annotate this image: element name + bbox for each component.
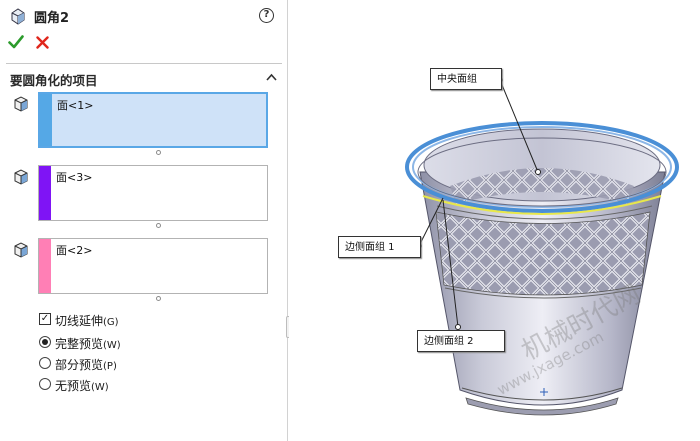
callout-side-face-set-1[interactable]: 边侧面组 1 (338, 236, 421, 258)
ok-check-icon[interactable] (8, 35, 24, 49)
selection-color-bar (39, 239, 51, 293)
full-preview-option[interactable]: 完整预览(W) (39, 335, 159, 351)
selection-item[interactable]: 面<2> (56, 242, 92, 258)
chevron-up-icon[interactable] (266, 73, 277, 81)
resize-grip[interactable] (156, 296, 161, 301)
selection-color-bar (40, 94, 52, 146)
items-to-fillet-title: 要圆角化的项目 (10, 73, 98, 88)
selection-item[interactable]: 面<3> (56, 169, 92, 185)
face-icon (14, 96, 28, 112)
no-preview-label: 无预览(W) (55, 379, 109, 393)
resize-grip[interactable] (156, 223, 161, 228)
face-selection-box-2[interactable]: 面<3> (38, 165, 268, 221)
panel-title: 圆角2 (34, 11, 70, 26)
tangent-propagation-option[interactable]: ✓ 切线延伸(G) (39, 312, 159, 328)
partial-preview-radio[interactable] (39, 357, 51, 369)
basket-model[interactable] (289, 0, 700, 441)
no-preview-radio[interactable] (39, 378, 51, 390)
face-selection-box-1[interactable]: 面<1> (38, 92, 268, 148)
selection-color-bar (39, 166, 51, 220)
cancel-x-icon[interactable] (36, 36, 49, 49)
face-icon (14, 242, 28, 258)
partial-preview-option[interactable]: 部分预览(P) (39, 356, 159, 372)
selection-item[interactable]: 面<1> (57, 97, 93, 113)
callout-center-face-set[interactable]: 中央面组 (430, 68, 502, 90)
callout-side-face-set-2[interactable]: 边侧面组 2 (417, 330, 505, 352)
fillet-feature-icon (11, 8, 25, 25)
help-icon[interactable]: ? (259, 8, 274, 23)
face-selection-box-3[interactable]: 面<2> (38, 238, 268, 294)
partial-preview-label: 部分预览(P) (55, 358, 117, 372)
full-preview-label: 完整预览(W) (55, 337, 121, 351)
tangent-propagation-checkbox[interactable]: ✓ (39, 313, 51, 325)
resize-grip[interactable] (156, 150, 161, 155)
property-manager-panel: 圆角2 ? 要圆角化的项目 面<1> 面<3> 面<2> ✓ 切线延伸(G) 完… (0, 0, 288, 441)
face-icon (14, 169, 28, 185)
divider (6, 63, 282, 64)
no-preview-option[interactable]: 无预览(W) (39, 377, 159, 393)
full-preview-radio[interactable] (39, 336, 51, 348)
tangent-propagation-label: 切线延伸(G) (55, 314, 119, 328)
panel-header: 圆角2 ? (0, 0, 288, 30)
graphics-viewport[interactable]: 中央面组 边侧面组 1 边侧面组 2 机械时代网 www.jxage.com (289, 0, 700, 441)
